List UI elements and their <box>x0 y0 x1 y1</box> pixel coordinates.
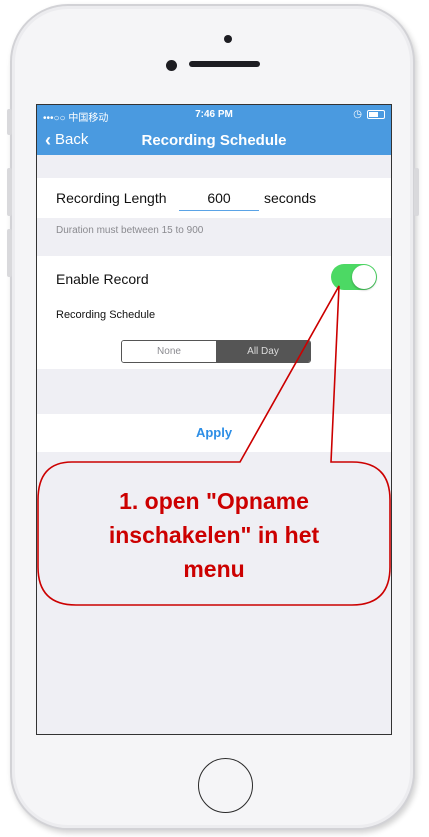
callout-line-1: 1. open "Opname <box>119 488 309 514</box>
schedule-option-none[interactable]: None <box>122 341 216 362</box>
proximity-sensor <box>224 35 232 43</box>
status-icons: ◷ <box>353 109 385 120</box>
mute-switch <box>7 109 12 135</box>
apply-row: Apply <box>37 414 391 452</box>
enable-record-label: Enable Record <box>56 271 149 287</box>
volume-up-button <box>7 168 12 216</box>
phone-screen: •••○○ 中国移动 7:46 PM ◷ ‹ Back Recording Sc… <box>36 104 392 735</box>
recording-schedule-label: Recording Schedule <box>56 309 156 321</box>
status-bar: •••○○ 中国移动 7:46 PM ◷ <box>37 105 391 125</box>
schedule-segmented-control: None All Day <box>121 340 311 363</box>
toggle-knob <box>352 265 376 289</box>
schedule-section: Enable Record Recording Schedule None Al… <box>37 256 391 369</box>
apply-button[interactable]: Apply <box>37 425 391 440</box>
alarm-icon: ◷ <box>353 109 362 120</box>
recording-length-label: Recording Length <box>56 190 167 206</box>
callout-line-2: inschakelen" in het <box>108 522 320 548</box>
earpiece-speaker <box>189 61 260 67</box>
front-camera <box>166 60 177 71</box>
recording-length-row: Recording Length seconds <box>37 178 391 218</box>
nav-bar: ‹ Back Recording Schedule <box>37 125 391 155</box>
schedule-option-all-day[interactable]: All Day <box>216 341 310 362</box>
seconds-unit-label: seconds <box>264 190 317 206</box>
enable-record-toggle[interactable] <box>331 264 377 290</box>
page-title: Recording Schedule <box>141 132 287 149</box>
clock: 7:46 PM <box>195 109 233 120</box>
home-button[interactable] <box>198 758 253 813</box>
recording-length-input[interactable] <box>179 186 259 211</box>
power-button <box>414 168 419 216</box>
battery-icon <box>367 110 385 119</box>
duration-hint: Duration must between 15 to 900 <box>56 225 204 236</box>
callout-text: 1. open "Opname inschakelen" in het menu <box>40 484 388 586</box>
callout-line-3: menu <box>183 556 245 582</box>
volume-down-button <box>7 229 12 277</box>
